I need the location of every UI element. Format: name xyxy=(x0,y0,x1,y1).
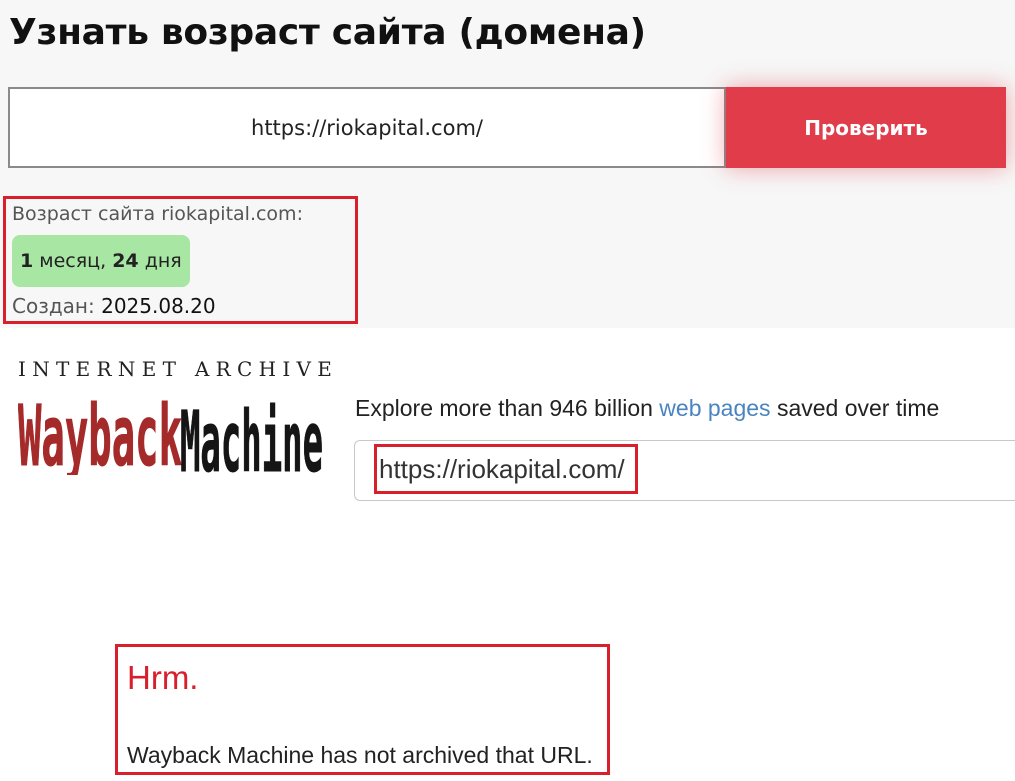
logo-word-machine: Machine xyxy=(180,393,323,475)
created-label: Создан: xyxy=(12,294,95,318)
age-days-word: дня xyxy=(144,250,182,272)
age-days: 24 xyxy=(112,250,139,272)
explore-suffix: saved over time xyxy=(776,395,940,421)
wayback-machine-logo[interactable]: Wayback Machine xyxy=(18,385,324,476)
created-line: Создан: 2025.08.20 xyxy=(12,294,216,318)
error-title: Hrm. xyxy=(127,659,199,696)
age-badge: 1 месяц, 24 дня xyxy=(12,235,190,287)
check-button[interactable]: Проверить xyxy=(726,87,1006,168)
error-message: Wayback Machine has not archived that UR… xyxy=(127,742,593,768)
web-pages-link[interactable]: web pages xyxy=(659,395,770,421)
age-months-word: месяц, xyxy=(39,250,107,272)
wayback-search-value[interactable]: https://riokapital.com/ xyxy=(379,454,625,485)
explore-prefix: Explore more than 946 billion xyxy=(355,395,653,421)
internet-archive-text: INTERNET ARCHIVE xyxy=(18,357,339,381)
domain-age-checker: Узнать возраст сайта (домена) Проверить … xyxy=(0,0,1015,328)
error-highlight-box: Hrm. Wayback Machine has not archived th… xyxy=(115,644,610,775)
explore-line: Explore more than 946 billion web pages … xyxy=(355,395,939,422)
age-months: 1 xyxy=(20,250,34,272)
result-highlight-box: Возраст сайта riokapital.com: 1 месяц, 2… xyxy=(3,196,358,324)
created-value: 2025.08.20 xyxy=(101,294,216,318)
page-title: Узнать возраст сайта (домена) xyxy=(9,12,646,53)
age-label: Возраст сайта riokapital.com: xyxy=(12,203,303,225)
url-input[interactable] xyxy=(8,87,726,168)
logo-word-wayback: Wayback xyxy=(18,387,182,475)
